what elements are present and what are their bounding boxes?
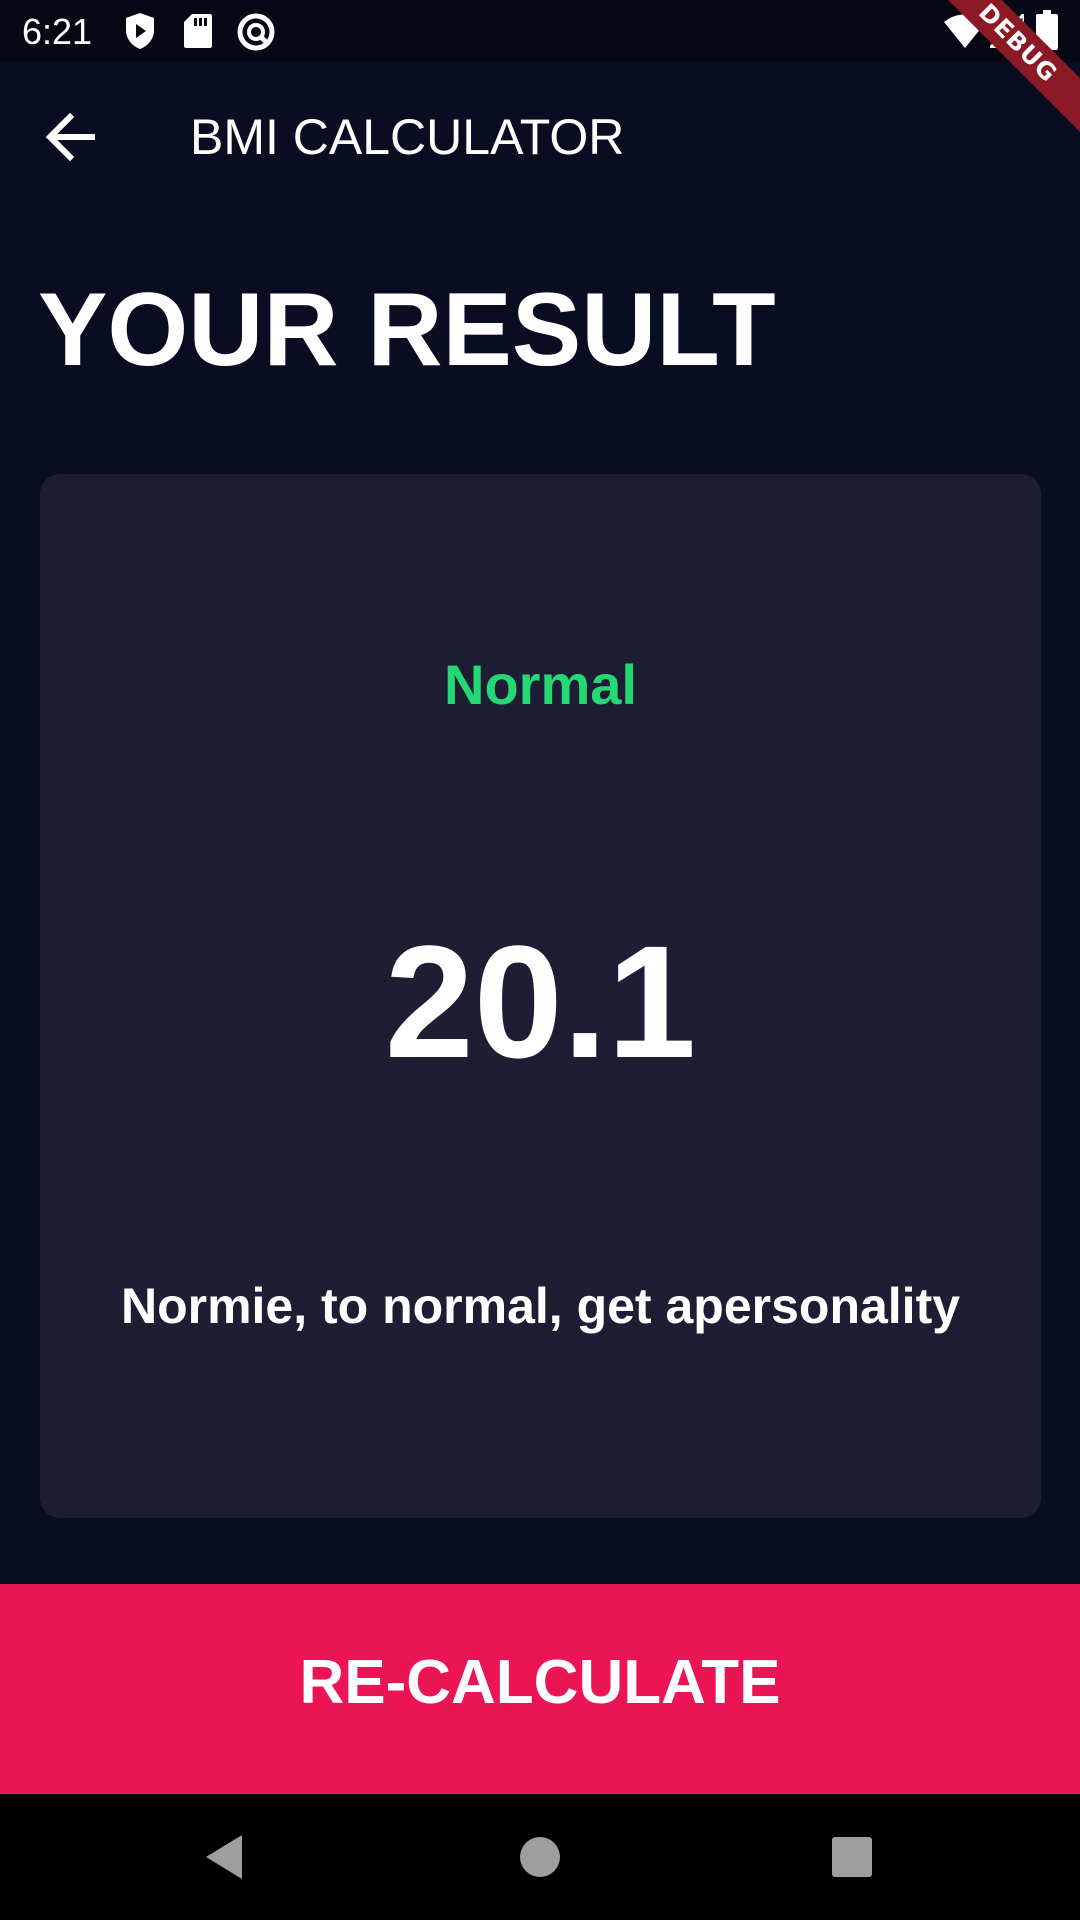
shield-play-icon	[126, 13, 154, 49]
sd-card-icon	[184, 14, 212, 48]
page-title: YOUR RESULT	[38, 272, 776, 388]
recalculate-button-label: RE-CALCULATE	[299, 1648, 781, 1717]
home-circle-icon[interactable]	[510, 1827, 570, 1887]
recents-square-icon[interactable]	[822, 1827, 882, 1887]
screen: 6:21 DEBUG BMI CALCULATOR YOUR RESULT No…	[0, 0, 1080, 1920]
back-triangle-icon[interactable]	[196, 1827, 256, 1887]
arrow-back-icon[interactable]	[40, 105, 104, 169]
app-title: BMI CALCULATOR	[190, 109, 625, 165]
recalculate-button[interactable]: RE-CALCULATE	[0, 1584, 1080, 1794]
app-bar: BMI CALCULATOR	[0, 63, 1080, 210]
result-card: Normal 20.1 Normie, to normal, get apers…	[40, 474, 1041, 1518]
system-nav-bar	[0, 1794, 1080, 1920]
bmi-value: 20.1	[384, 912, 697, 1091]
bmi-message: Normie, to normal, get apersonality	[120, 1278, 961, 1334]
sync-circle-icon	[237, 13, 275, 51]
status-bar: 6:21	[0, 0, 1080, 63]
bmi-status-label: Normal	[444, 653, 637, 716]
status-time: 6:21	[22, 11, 93, 52]
